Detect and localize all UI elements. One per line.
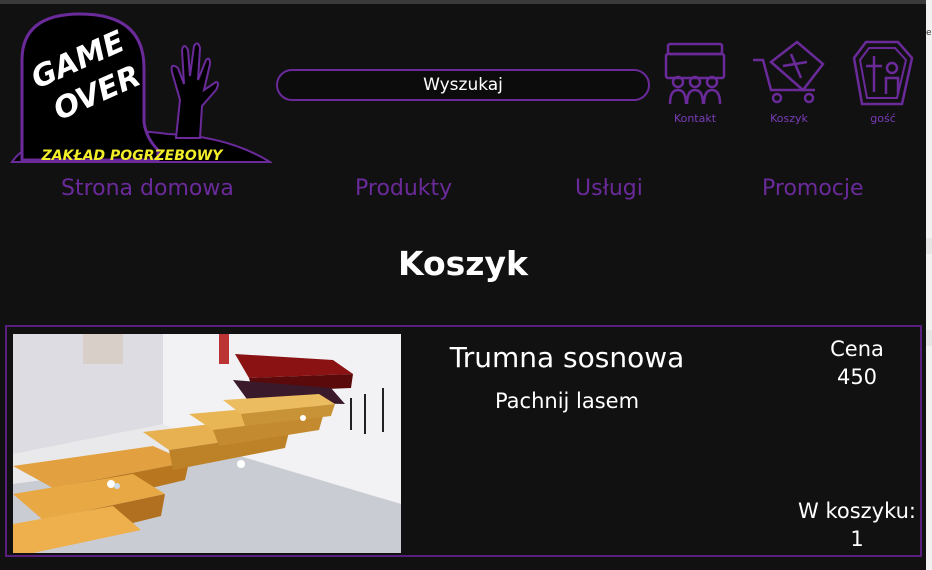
coffin-user-icon: [852, 40, 914, 106]
nav-services[interactable]: Usługi: [575, 176, 643, 201]
nav-promotions[interactable]: Promocje: [762, 176, 864, 201]
cart-link[interactable]: Koszyk: [753, 40, 825, 125]
edge-block: [926, 238, 932, 254]
user-label: gość: [870, 112, 896, 125]
people-icon: [664, 42, 726, 105]
window-right-edge: e: [926, 0, 932, 570]
product-photo[interactable]: [13, 334, 401, 553]
logo-tagline: ZAKŁAD POGRZEBOWY: [41, 148, 225, 164]
quantity-label: W koszyku:: [798, 499, 916, 523]
page-title: Koszyk: [398, 244, 528, 283]
nav-products[interactable]: Produkty: [355, 176, 452, 201]
product-description: Pachnij lasem: [494, 389, 640, 413]
search-bar[interactable]: [276, 69, 650, 101]
coffin-cart-icon: [753, 40, 825, 104]
logo-graphic: GAME OVER ZAKŁAD POGRZEBOWY: [10, 12, 274, 164]
site-logo[interactable]: GAME OVER ZAKŁAD POGRZEBOWY: [8, 10, 274, 168]
user-link[interactable]: gość: [850, 40, 916, 125]
contact-label: Kontakt: [673, 112, 717, 125]
price-label: Cena: [830, 337, 884, 361]
quantity-value: 1: [850, 527, 864, 551]
contact-link[interactable]: Kontakt: [662, 40, 728, 125]
price-value: 450: [836, 365, 878, 389]
window-top-bar: [0, 0, 932, 4]
search-input[interactable]: [294, 74, 632, 96]
edge-block: [926, 330, 932, 346]
nav-home[interactable]: Strona domowa: [61, 176, 234, 201]
cart-item-card: Trumna sosnowa Pachnij lasem Cena 450 W …: [5, 325, 922, 557]
cart-label: Koszyk: [770, 112, 808, 125]
product-name: Trumna sosnowa: [449, 341, 685, 374]
edge-glyph: e: [926, 28, 932, 38]
coffins-photo: [13, 334, 401, 553]
